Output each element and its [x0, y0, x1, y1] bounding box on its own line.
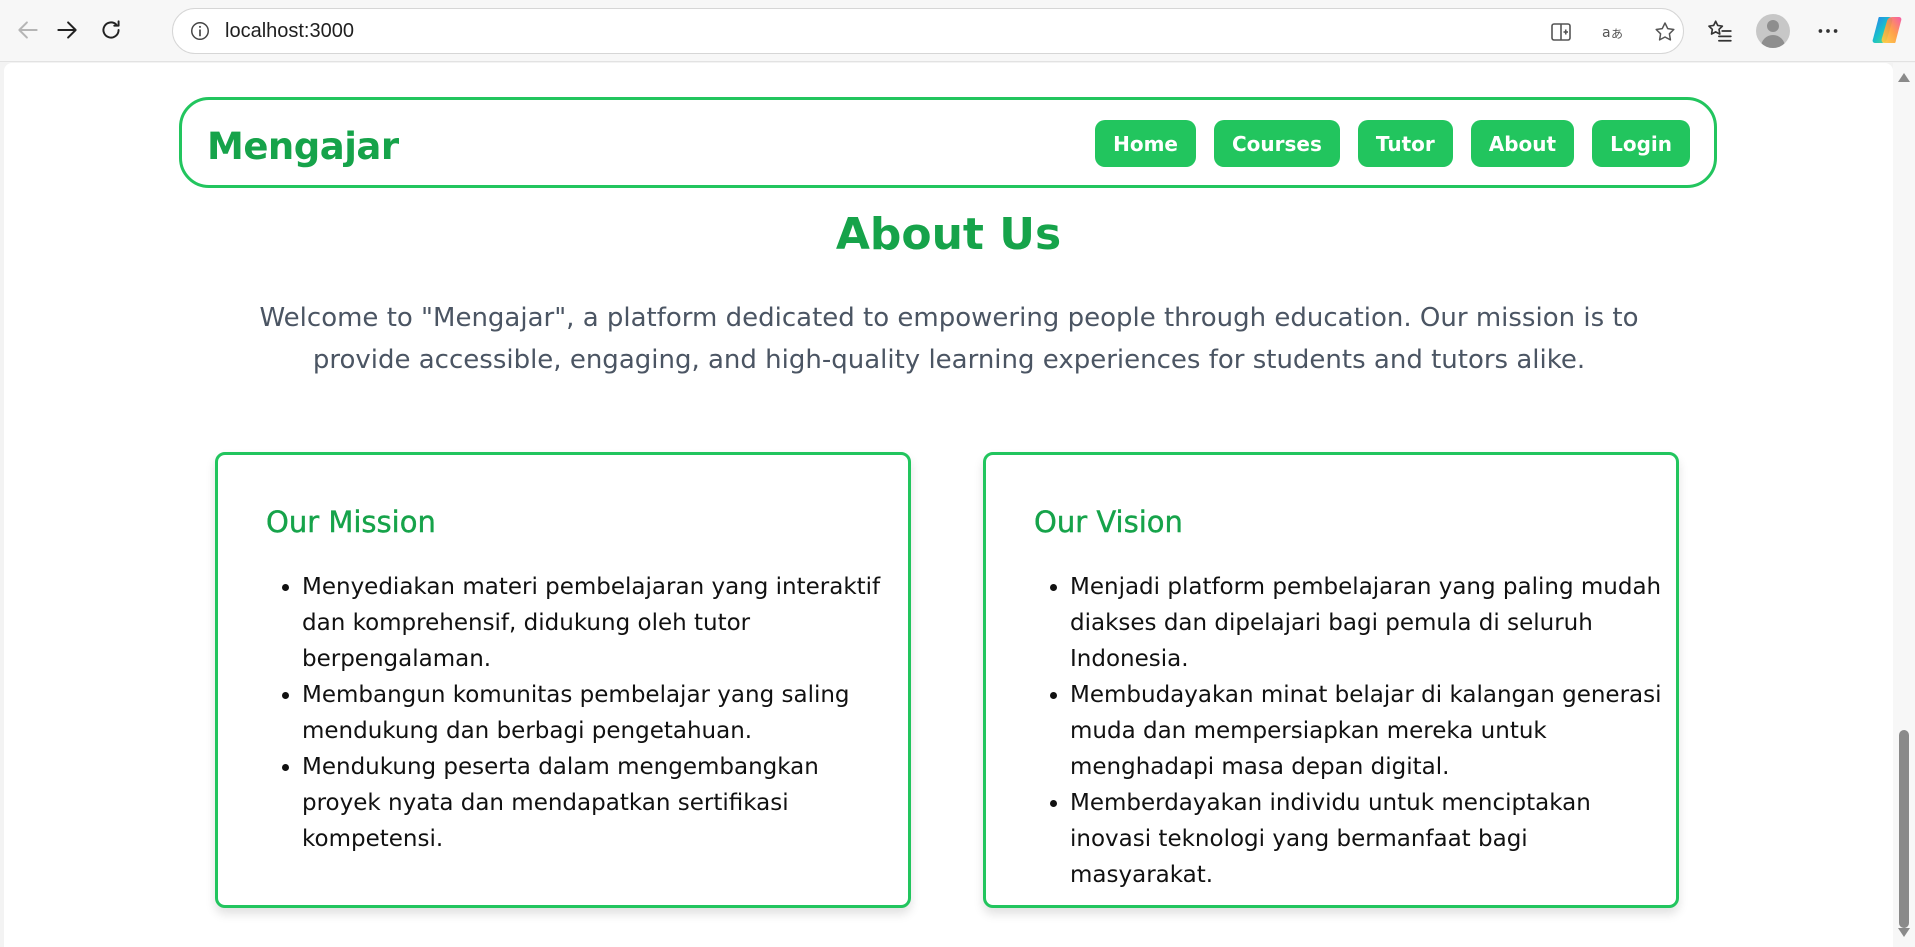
- vision-list: Menjadi platform pembelajaran yang palin…: [1034, 569, 1670, 893]
- site-navbar: Mengajar Home Courses Tutor About Login: [179, 97, 1717, 188]
- back-icon: [18, 21, 38, 39]
- split-screen-icon[interactable]: [1546, 17, 1576, 47]
- mission-list: Menyediakan materi pembelajaran yang int…: [266, 569, 902, 857]
- vision-item: Memberdayakan individu untuk menciptakan…: [1070, 785, 1670, 893]
- mission-card: Our Mission Menyediakan materi pembelaja…: [215, 452, 911, 908]
- vision-title: Our Vision: [1034, 505, 1183, 539]
- refresh-button[interactable]: [93, 12, 129, 48]
- profile-avatar[interactable]: [1756, 14, 1790, 48]
- copilot-icon[interactable]: [1870, 13, 1904, 47]
- scroll-up-icon[interactable]: [1898, 73, 1910, 82]
- back-button[interactable]: [10, 12, 46, 48]
- nav-tutor[interactable]: Tutor: [1357, 120, 1453, 167]
- more-icon[interactable]: [1810, 13, 1846, 49]
- mission-title: Our Mission: [266, 505, 436, 539]
- scroll-down-icon[interactable]: [1898, 928, 1910, 937]
- favorite-star-icon[interactable]: [1650, 17, 1680, 47]
- url-text[interactable]: localhost:3000: [225, 20, 354, 43]
- browser-toolbar: localhost:3000 a あ: [0, 0, 1915, 62]
- svg-text:a: a: [1602, 25, 1611, 41]
- mission-item: Menyediakan materi pembelajaran yang int…: [302, 569, 902, 677]
- scroll-thumb[interactable]: [1899, 730, 1909, 928]
- page-title: About Us: [835, 209, 1062, 260]
- favorites-list-icon[interactable]: [1702, 13, 1738, 49]
- page-viewport: Mengajar Home Courses Tutor About Login …: [4, 63, 1893, 947]
- nav-about[interactable]: About: [1470, 120, 1575, 167]
- brand-logo[interactable]: Mengajar: [207, 125, 399, 168]
- refresh-icon: [102, 20, 120, 39]
- nav-courses[interactable]: Courses: [1213, 120, 1340, 167]
- forward-icon: [57, 21, 77, 39]
- vision-item: Menjadi platform pembelajaran yang palin…: [1070, 569, 1670, 677]
- nav-home[interactable]: Home: [1095, 120, 1196, 167]
- nav-links: Home Courses Tutor About Login: [1095, 120, 1690, 167]
- mission-item: Mendukung peserta dalam mengembangkan pr…: [302, 749, 902, 857]
- vision-card: Our Vision Menjadi platform pembelajaran…: [983, 452, 1679, 908]
- address-bar[interactable]: localhost:3000 a あ: [172, 8, 1684, 54]
- read-aloud-icon[interactable]: a あ: [1598, 17, 1628, 47]
- about-intro: Welcome to "Mengajar", a platform dedica…: [259, 303, 1639, 375]
- site-info-icon[interactable]: [185, 16, 215, 46]
- vision-item: Membudayakan minat belajar di kalangan g…: [1070, 677, 1670, 785]
- page-scrollbar[interactable]: [1893, 63, 1915, 947]
- svg-text:あ: あ: [1611, 27, 1623, 41]
- nav-login[interactable]: Login: [1592, 120, 1690, 167]
- mission-item: Membangun komunitas pembelajar yang sali…: [302, 677, 902, 749]
- forward-button[interactable]: [49, 12, 85, 48]
